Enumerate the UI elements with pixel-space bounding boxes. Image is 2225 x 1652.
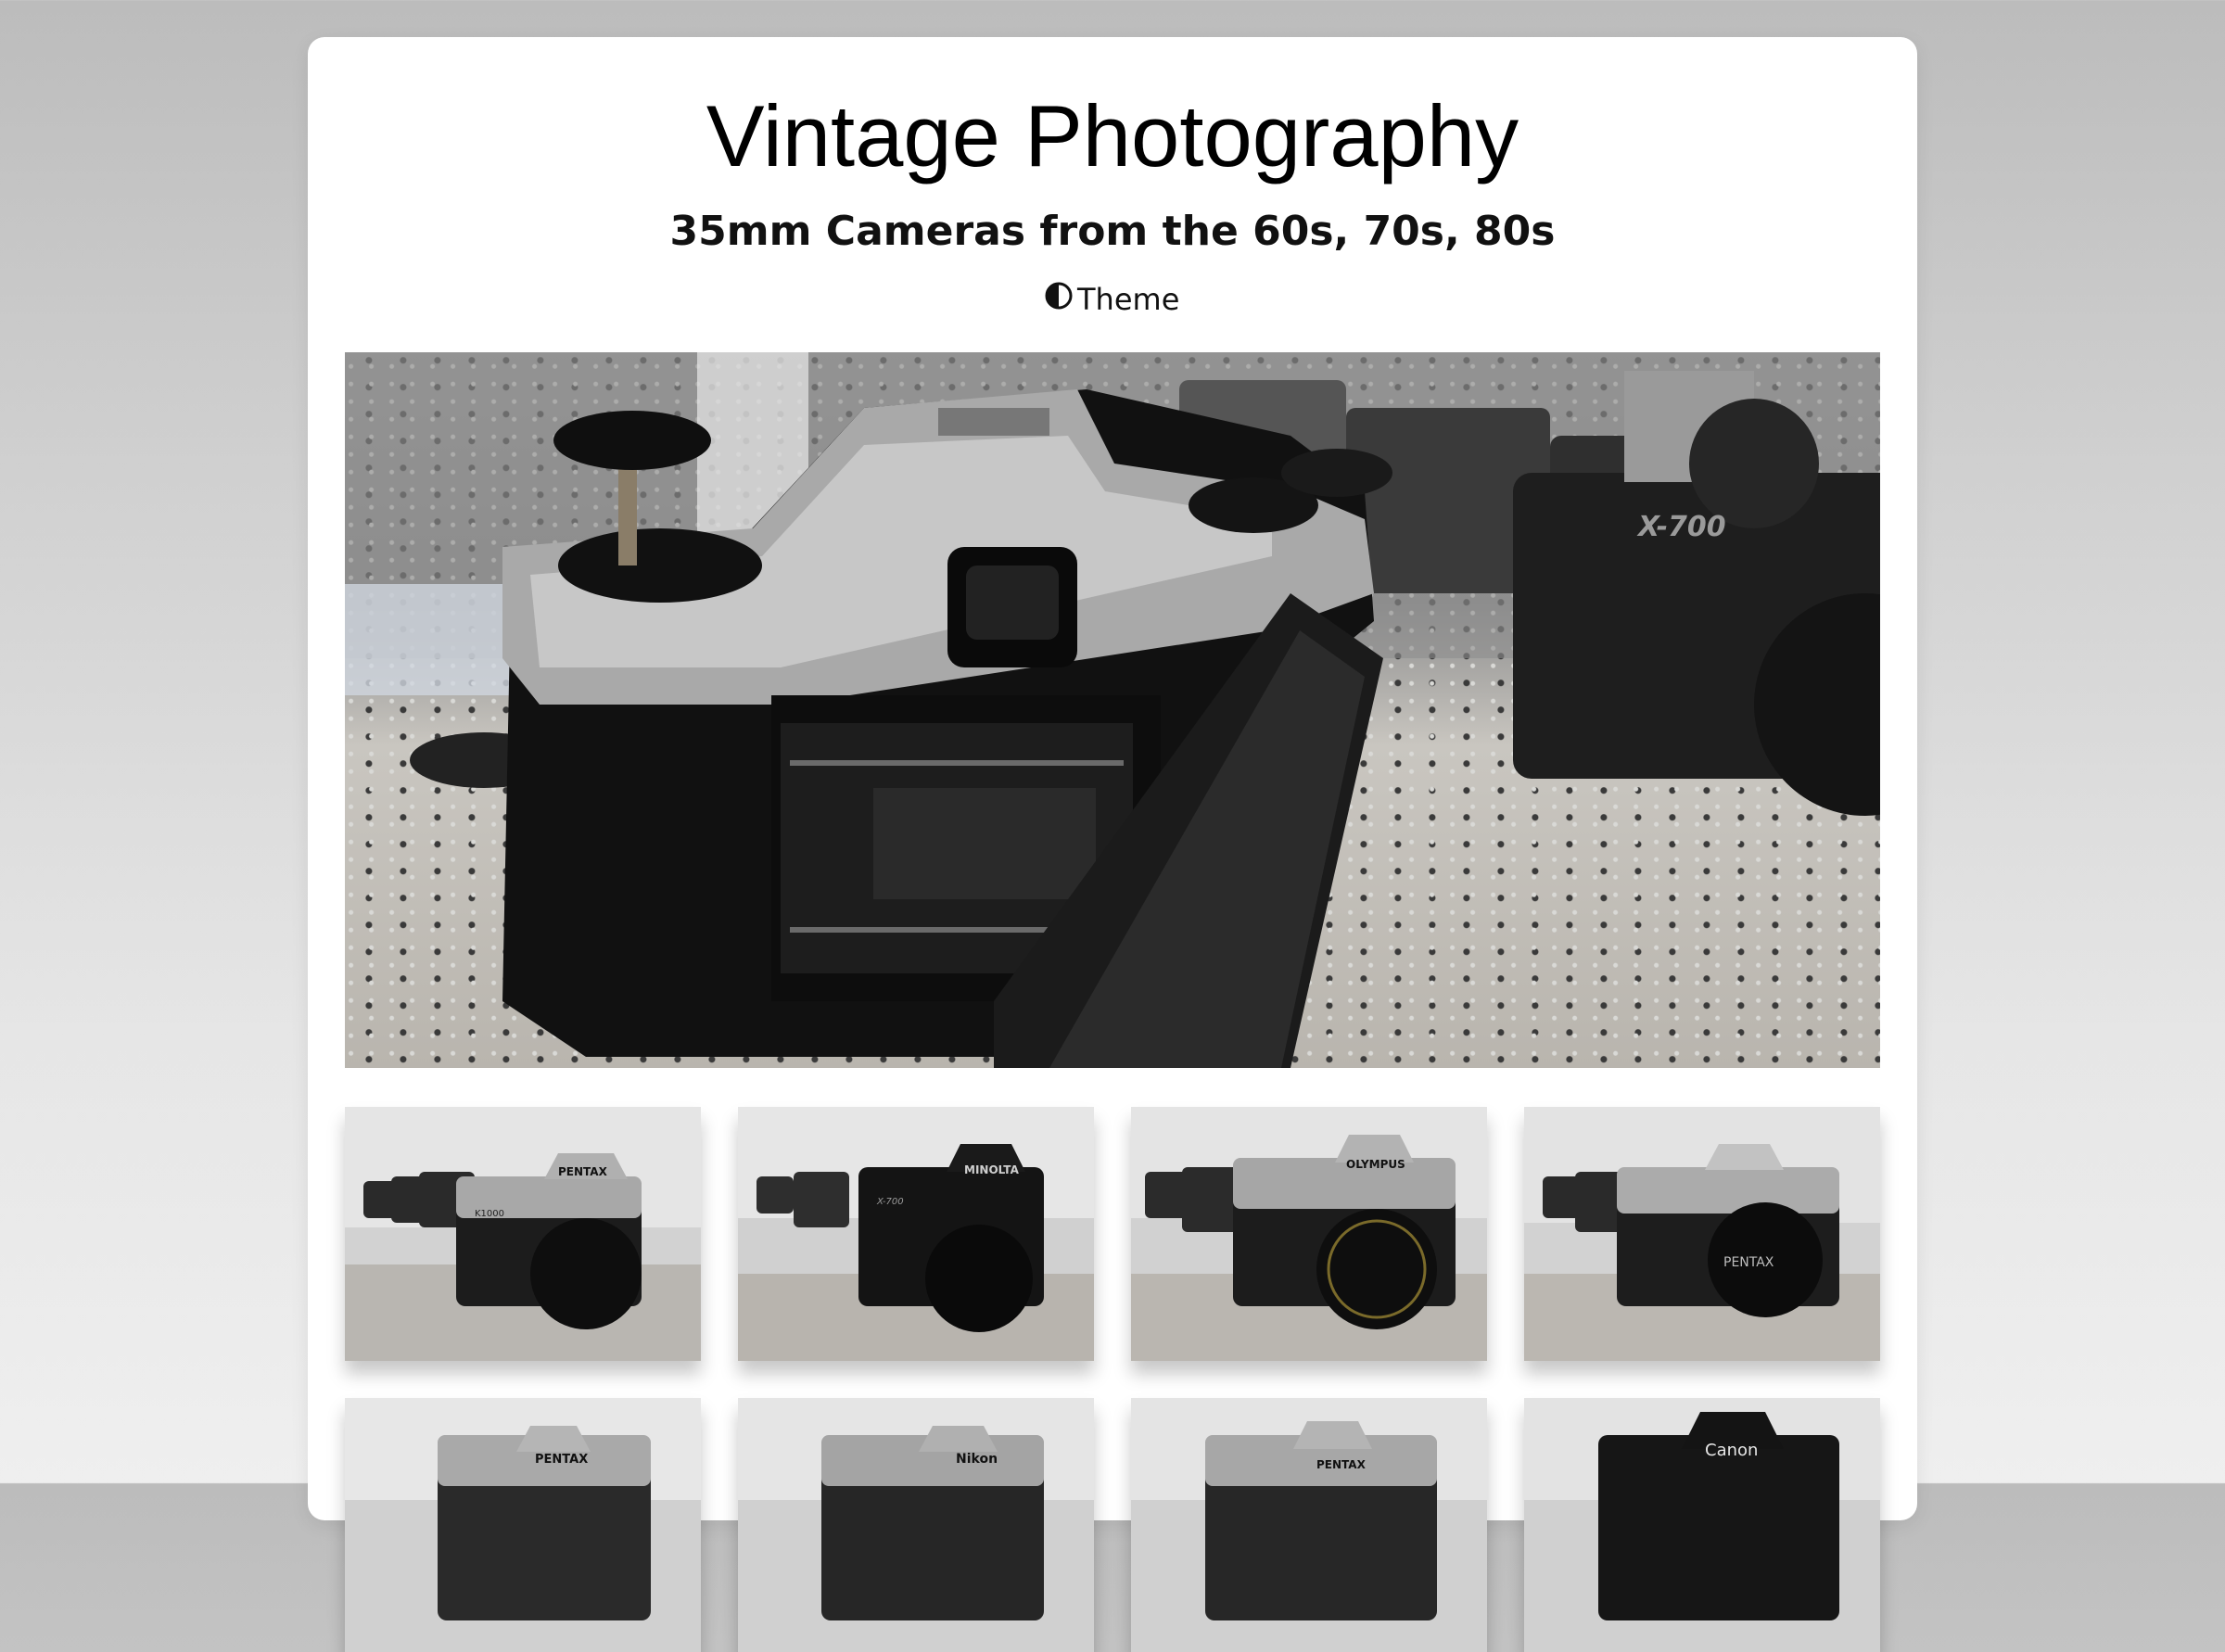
thumbnail-brand-text: PENTAX bbox=[558, 1165, 608, 1178]
thumbnail-brand-text: PENTAX bbox=[1316, 1458, 1367, 1471]
gallery-thumbnail[interactable]: OLYMPUS bbox=[1131, 1107, 1487, 1361]
hero-model-text: X-700 bbox=[1636, 511, 1726, 543]
gallery-thumbnail[interactable]: Nikon bbox=[738, 1398, 1094, 1652]
thumbnail-model-text: X-700 bbox=[876, 1197, 904, 1207]
gallery-thumbnail[interactable]: Canon bbox=[1524, 1398, 1880, 1652]
thumbnail-brand-text: Canon bbox=[1705, 1441, 1758, 1460]
gallery-thumbnail[interactable]: PENTAX K1000 bbox=[345, 1107, 701, 1361]
thumbnail-brand-text: Nikon bbox=[956, 1452, 998, 1467]
theme-toggle-button[interactable]: Theme bbox=[1044, 278, 1179, 321]
page-subtitle: 35mm Cameras from the 60s, 70s, 80s bbox=[669, 208, 1556, 255]
thumbnail-brand-text: MINOLTA bbox=[964, 1163, 1020, 1176]
gallery-thumbnail[interactable]: PENTAX bbox=[345, 1398, 701, 1652]
thumbnail-brand-text: PENTAX bbox=[535, 1453, 588, 1467]
gallery-thumbnail[interactable]: PENTAX bbox=[1524, 1107, 1880, 1361]
theme-label: Theme bbox=[1077, 282, 1180, 317]
thumbnail-model-text: K1000 bbox=[475, 1209, 504, 1219]
thumbnail-brand-text: PENTAX bbox=[1723, 1255, 1774, 1270]
hero-image[interactable]: X-700 bbox=[345, 352, 1880, 1068]
half-circle-contrast-icon bbox=[1044, 281, 1074, 318]
gallery-thumbnail[interactable]: MINOLTA X-700 bbox=[738, 1107, 1094, 1361]
thumbnail-brand-text: OLYMPUS bbox=[1346, 1158, 1405, 1171]
page-title: Vintage Photography bbox=[706, 87, 1519, 184]
gallery-thumbnail[interactable]: PENTAX bbox=[1131, 1398, 1487, 1652]
